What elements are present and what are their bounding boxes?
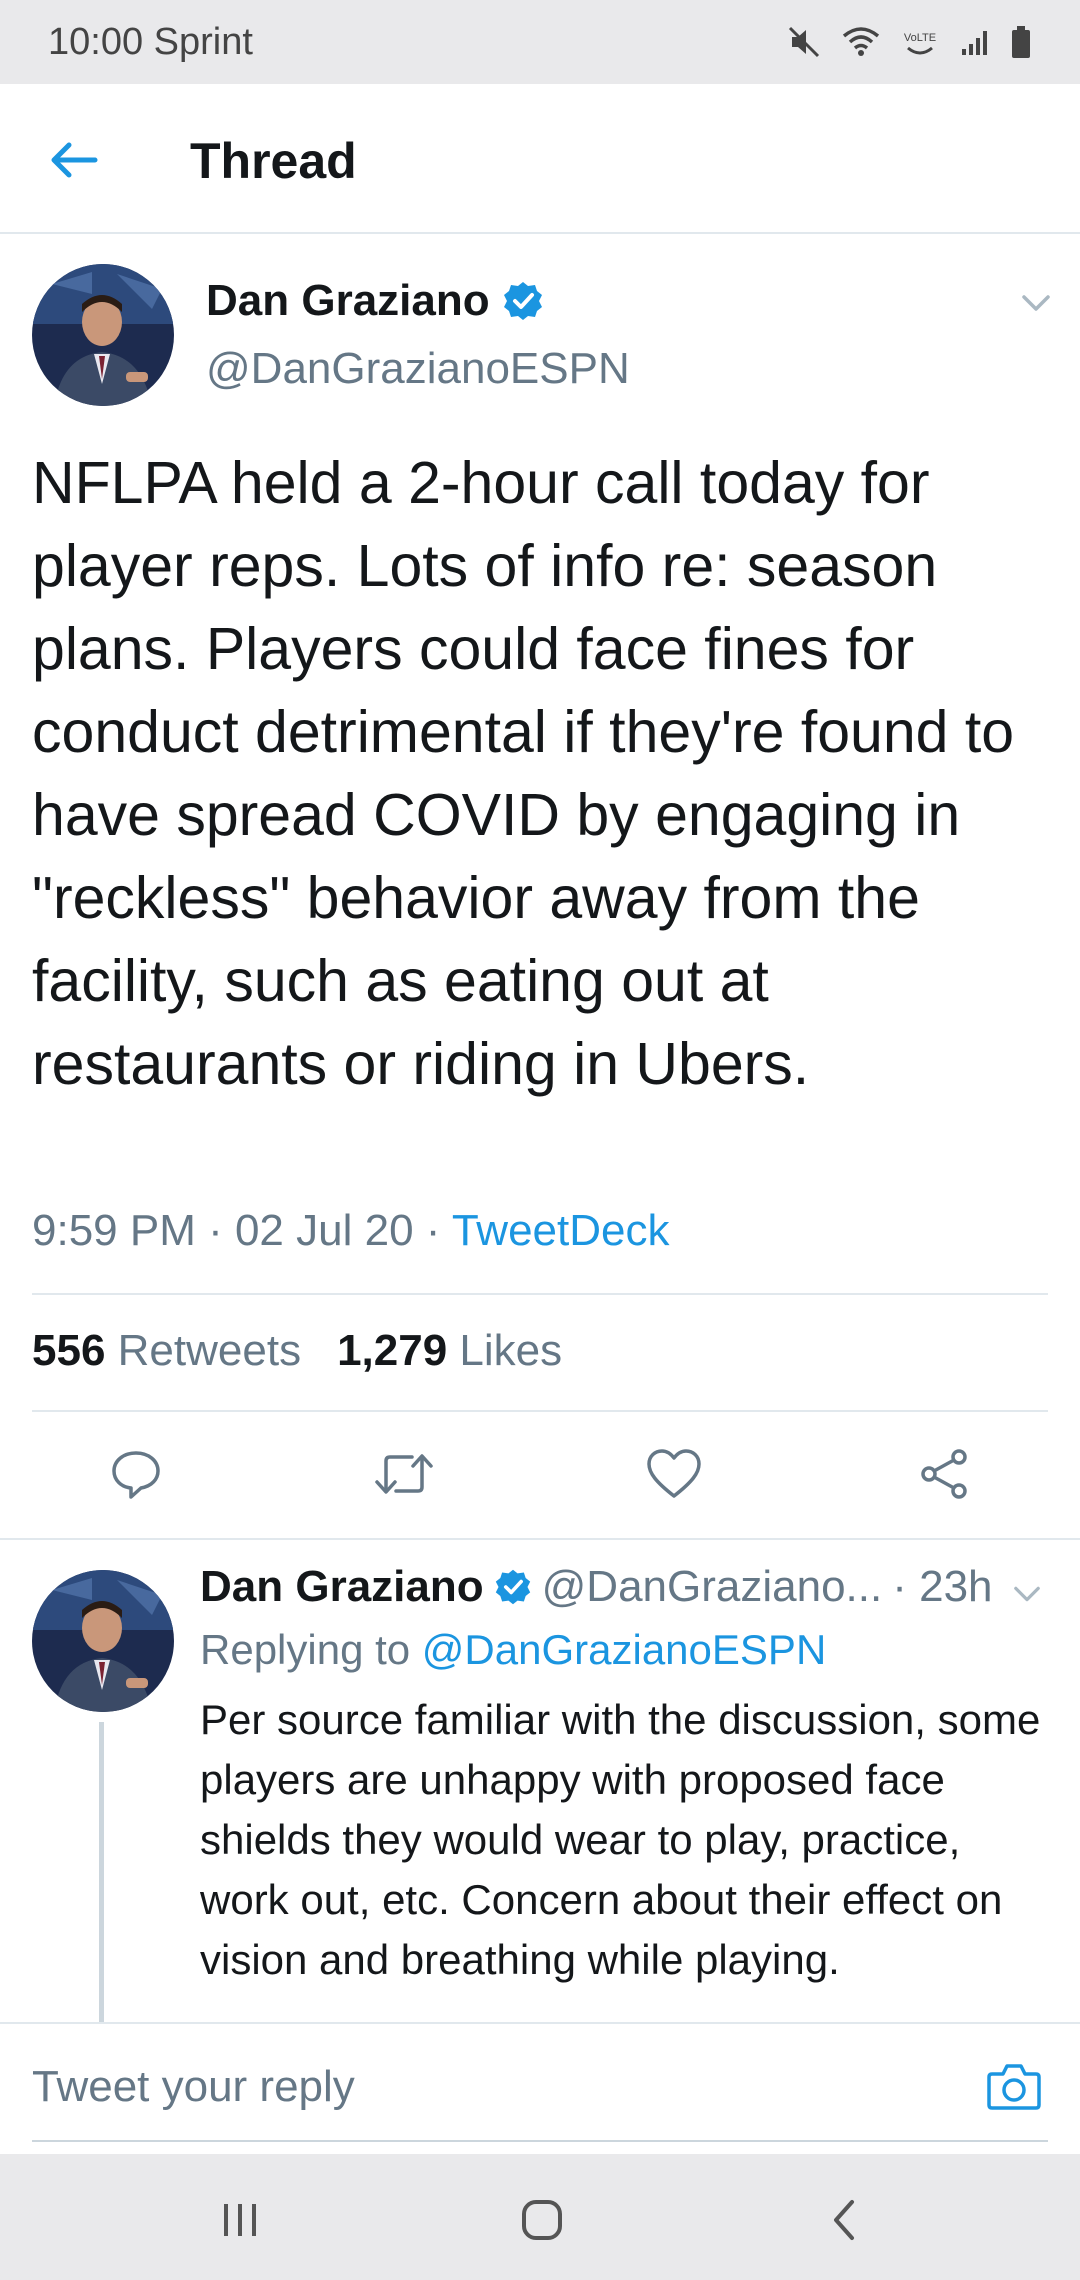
likes-count: 1,279 (337, 1326, 448, 1375)
thread-header: Thread (0, 84, 1080, 234)
like-button[interactable] (642, 1442, 706, 1506)
tweet-stats: 556 Retweets 1,279 Likes (32, 1326, 562, 1376)
verified-badge-icon (503, 282, 542, 320)
system-nav-bar (0, 2154, 1080, 2280)
avatar[interactable] (32, 264, 174, 406)
reply-header[interactable]: Dan Graziano @DanGraziano... · 23h (200, 1562, 993, 1612)
heart-icon (647, 1449, 701, 1498)
wifi-icon (842, 27, 880, 56)
tweet-timestamp: 9:59 PM · 02 Jul 20 · (32, 1206, 452, 1255)
camera-button[interactable] (986, 2060, 1042, 2112)
status-time-carrier: 10:00 Sprint (48, 20, 253, 63)
reply-button[interactable] (104, 1442, 168, 1506)
mute-icon (788, 26, 820, 58)
svg-text:VoLTE: VoLTE (904, 32, 936, 44)
status-icons: VoLTE (786, 24, 1032, 60)
likes-label: Likes (459, 1326, 563, 1375)
share-button[interactable] (912, 1442, 976, 1506)
reply-input[interactable] (32, 2052, 932, 2122)
recent-apps-icon (224, 2204, 256, 2236)
author-handle[interactable]: @DanGrazianoESPN (206, 344, 630, 394)
retweet-button[interactable] (372, 1442, 436, 1506)
replying-prefix: Replying to (200, 1626, 422, 1673)
reply-handle: @DanGraziano... (541, 1562, 883, 1611)
chevron-down-icon (1022, 295, 1050, 311)
tweet-text: NFLPA held a 2-hour call today for playe… (32, 450, 1015, 1097)
page-title: Thread (190, 133, 357, 189)
camera-icon (987, 2064, 1041, 2110)
share-icon (921, 1449, 967, 1499)
chevron-down-icon (1014, 1586, 1040, 1602)
retweets-label: Retweets (117, 1326, 302, 1375)
composer-underline (32, 2140, 1048, 2142)
reply-icon (112, 1451, 160, 1499)
recent-apps-button[interactable] (210, 2190, 270, 2250)
signal-icon (962, 31, 987, 55)
back-nav-button[interactable] (814, 2190, 874, 2250)
volte-icon: VoLTE (904, 32, 936, 55)
avatar-photo (32, 264, 174, 406)
arrow-left-icon (51, 142, 98, 178)
tweet-actions (0, 1442, 1080, 1512)
retweets-stat[interactable]: 556 Retweets (32, 1326, 301, 1376)
reply-author-name: Dan Graziano (200, 1562, 484, 1611)
replying-to: Replying to @DanGrazianoESPN (200, 1626, 826, 1674)
divider (32, 1410, 1048, 1412)
replying-to-link[interactable]: @DanGrazianoESPN (422, 1626, 826, 1673)
divider (0, 1538, 1080, 1540)
avatar-photo (32, 1570, 174, 1712)
home-button[interactable] (512, 2190, 572, 2250)
status-bar: 10:00 Sprint VoLTE (0, 0, 1080, 84)
reply-age: · 23h (892, 1562, 993, 1611)
retweets-count: 556 (32, 1326, 106, 1375)
reply-text: Per source familiar with the discussion,… (200, 1696, 1041, 1983)
chevron-left-icon (834, 2200, 854, 2240)
tweet-source-link[interactable]: TweetDeck (452, 1206, 670, 1255)
author-name-row[interactable]: Dan Graziano (206, 276, 544, 326)
tweet-menu-button[interactable] (1018, 288, 1054, 318)
divider (32, 1293, 1048, 1295)
home-icon (522, 2200, 562, 2240)
verified-badge-icon (495, 1569, 530, 1605)
back-button[interactable] (44, 130, 104, 190)
retweet-icon (375, 1454, 433, 1494)
avatar[interactable] (32, 1570, 174, 1712)
reply-menu-button[interactable] (1010, 1580, 1044, 1608)
reply-composer (0, 2022, 1080, 2154)
tweet-meta: 9:59 PM · 02 Jul 20 · TweetDeck (32, 1206, 670, 1256)
likes-stat[interactable]: 1,279 Likes (337, 1326, 562, 1376)
thread-connector-line (99, 1722, 104, 2022)
battery-icon (1012, 26, 1030, 58)
author-name: Dan Graziano (206, 276, 490, 325)
